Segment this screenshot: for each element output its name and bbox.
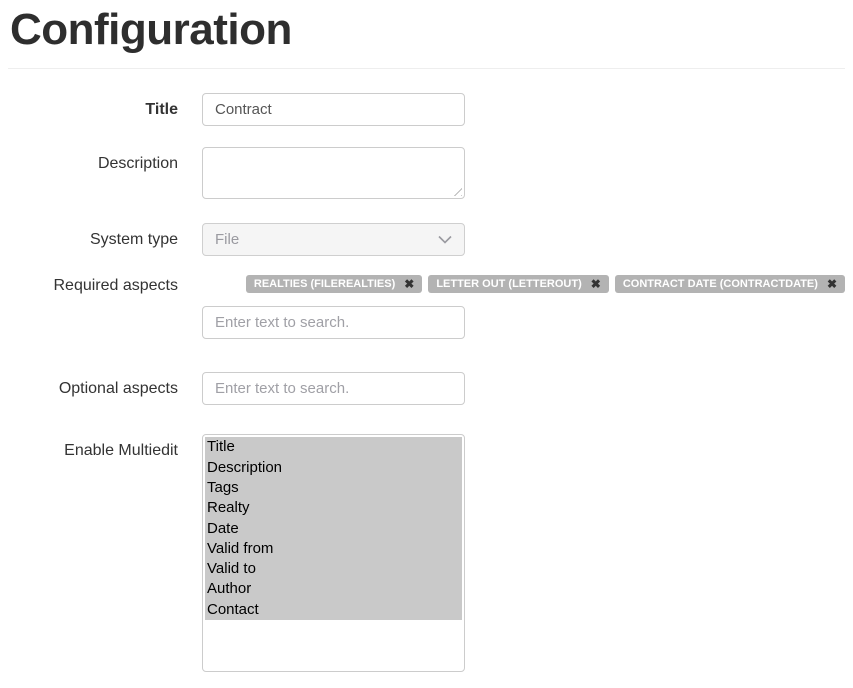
- multiedit-option[interactable]: Contact: [205, 600, 462, 620]
- title-row: Title: [0, 93, 853, 126]
- remove-tag-icon[interactable]: ✖: [827, 275, 837, 293]
- configuration-page: Configuration Title Description System t…: [0, 6, 853, 672]
- multiedit-option[interactable]: Valid from: [205, 539, 462, 559]
- title-input[interactable]: [202, 93, 465, 126]
- remove-tag-icon[interactable]: ✖: [404, 275, 414, 293]
- remove-tag-icon[interactable]: ✖: [591, 275, 601, 293]
- required-aspects-label: Required aspects: [0, 275, 178, 295]
- multiedit-option[interactable]: Author: [205, 579, 462, 599]
- enable-multiedit-label: Enable Multiedit: [0, 434, 178, 460]
- description-textarea-wrap: [202, 147, 465, 199]
- aspect-tag: REALTIES (FILEREALTIES) ✖: [246, 275, 422, 293]
- aspect-tag: CONTRACT DATE (CONTRACTDATE) ✖: [615, 275, 845, 293]
- multiedit-option[interactable]: Realty: [205, 498, 462, 518]
- multiedit-option[interactable]: Title: [205, 437, 462, 457]
- system-type-selected-value: File: [215, 231, 239, 248]
- multiedit-listbox[interactable]: Title Description Tags Realty Date Valid…: [202, 434, 465, 672]
- multiedit-option[interactable]: Valid to: [205, 559, 462, 579]
- multiedit-option[interactable]: Tags: [205, 478, 462, 498]
- description-textarea[interactable]: [202, 147, 465, 199]
- system-type-select[interactable]: File: [202, 223, 465, 256]
- system-type-control: File: [202, 223, 465, 256]
- aspect-tag-label: LETTER OUT (LETTEROUT): [436, 275, 581, 293]
- aspect-tag-label: REALTIES (FILEREALTIES): [254, 275, 395, 293]
- optional-aspects-control: [202, 372, 465, 405]
- required-aspects-search-input[interactable]: [202, 306, 465, 339]
- title-label: Title: [0, 93, 178, 119]
- title-control: [202, 93, 465, 126]
- description-row: Description: [0, 147, 853, 199]
- required-aspects-control: REALTIES (FILEREALTIES) ✖ LETTER OUT (LE…: [202, 275, 845, 339]
- required-aspects-tags: REALTIES (FILEREALTIES) ✖ LETTER OUT (LE…: [202, 275, 845, 293]
- multiedit-option[interactable]: Date: [205, 519, 462, 539]
- enable-multiedit-control: Title Description Tags Realty Date Valid…: [202, 434, 465, 672]
- description-label: Description: [0, 147, 178, 173]
- optional-aspects-label: Optional aspects: [0, 372, 178, 398]
- aspect-tag: LETTER OUT (LETTEROUT) ✖: [428, 275, 609, 293]
- system-type-row: System type File: [0, 223, 853, 256]
- aspect-tag-label: CONTRACT DATE (CONTRACTDATE): [623, 275, 818, 293]
- page-title: Configuration: [10, 6, 853, 54]
- system-type-label: System type: [0, 223, 178, 249]
- required-aspects-row: Required aspects REALTIES (FILEREALTIES)…: [0, 275, 853, 339]
- multiedit-option[interactable]: Description: [205, 458, 462, 478]
- configuration-form: Title Description System type File: [0, 93, 853, 672]
- divider: [8, 68, 845, 69]
- chevron-down-icon: [438, 235, 452, 244]
- optional-aspects-search-input[interactable]: [202, 372, 465, 405]
- optional-aspects-row: Optional aspects: [0, 372, 853, 405]
- description-control: [202, 147, 465, 199]
- enable-multiedit-row: Enable Multiedit Title Description Tags …: [0, 434, 853, 672]
